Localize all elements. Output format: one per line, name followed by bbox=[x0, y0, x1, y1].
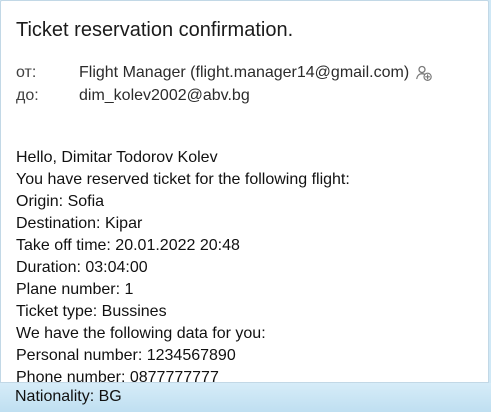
takeoff-time-line: Take off time: 20.01.2022 20:48 bbox=[16, 237, 240, 254]
data-intro-line: We have the following data for you: bbox=[16, 325, 266, 342]
add-contact-icon[interactable] bbox=[415, 64, 433, 82]
intro-line: You have reserved ticket for the followi… bbox=[16, 171, 350, 188]
mail-window-frame: Ticket reservation confirmation. от: Fli… bbox=[0, 0, 491, 412]
recipient-address[interactable]: dim_kolev2002@abv.bg bbox=[79, 87, 250, 105]
email-body: Hello, Dimitar Todorov Kolev You have re… bbox=[16, 147, 350, 389]
sender-address[interactable]: Flight Manager (flight.manager14@gmail.c… bbox=[79, 64, 409, 82]
from-label: от: bbox=[16, 64, 37, 81]
origin-line: Origin: Sofia bbox=[16, 193, 105, 210]
email-message-pane: Ticket reservation confirmation. от: Fli… bbox=[0, 0, 489, 386]
greeting-line: Hello, Dimitar Todorov Kolev bbox=[16, 149, 218, 166]
to-row: до: dim_kolev2002@abv.bg bbox=[16, 87, 250, 105]
email-subject: Ticket reservation confirmation. bbox=[16, 19, 294, 41]
personal-number-line: Personal number: 1234567890 bbox=[16, 347, 236, 364]
from-row: от: Flight Manager (flight.manager14@gma… bbox=[16, 64, 433, 82]
to-label: до: bbox=[16, 87, 39, 104]
plane-number-line: Plane number: 1 bbox=[16, 281, 134, 298]
destination-line: Destination: Kipar bbox=[16, 215, 143, 232]
nationality-line: Nationality: BG bbox=[15, 388, 122, 405]
duration-line: Duration: 03:04:00 bbox=[16, 259, 148, 276]
ticket-type-line: Ticket type: Bussines bbox=[16, 303, 167, 320]
